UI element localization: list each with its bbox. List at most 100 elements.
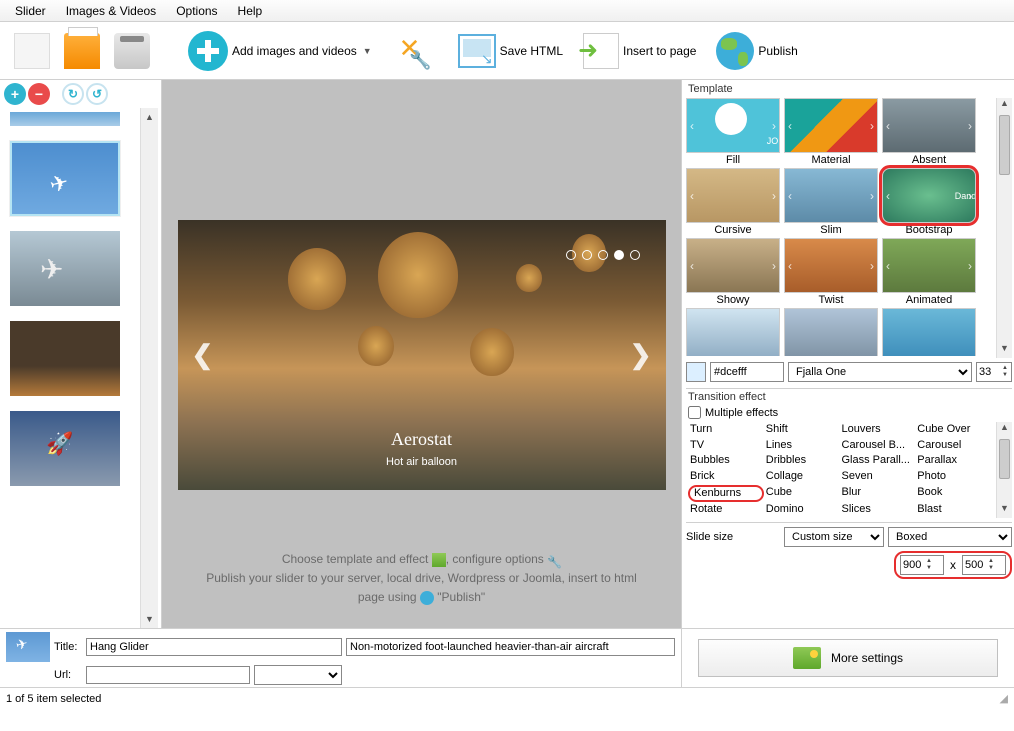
save-html-button[interactable]: Save HTML <box>452 25 569 77</box>
more-settings-button[interactable]: More settings <box>698 639 998 677</box>
open-button[interactable] <box>58 25 106 77</box>
fontsize-input[interactable] <box>977 366 999 378</box>
effect-tv[interactable]: TV <box>688 438 764 454</box>
scroll-down-icon[interactable]: ▼ <box>997 503 1012 518</box>
effect-blur[interactable]: Blur <box>840 485 916 503</box>
thumbnail-item-selected[interactable] <box>10 141 120 216</box>
spin-down-icon[interactable]: ▼ <box>985 565 997 572</box>
color-swatch[interactable] <box>686 362 706 382</box>
spin-down-icon[interactable]: ▼ <box>999 372 1011 379</box>
font-select[interactable]: Fjalla One <box>788 362 972 382</box>
add-slide-button[interactable]: + <box>4 83 26 105</box>
scroll-down-icon[interactable]: ▼ <box>141 610 158 628</box>
effect-brick[interactable]: Brick <box>688 469 764 485</box>
rotate-ccw-button[interactable]: ↺ <box>86 83 108 105</box>
template-twist[interactable]: ‹›Twist <box>784 238 878 306</box>
dot[interactable] <box>598 250 608 260</box>
effect-carousel[interactable]: Carousel <box>915 438 991 454</box>
template-item[interactable] <box>784 308 878 356</box>
effect-cube[interactable]: Cube <box>764 485 840 503</box>
size-box-select[interactable]: Boxed <box>888 527 1012 547</box>
scroll-down-icon[interactable]: ▼ <box>997 343 1012 358</box>
effect-louvers[interactable]: Louvers <box>840 422 916 438</box>
multiple-effects-checkbox[interactable]: Multiple effects <box>688 406 1012 419</box>
effect-kenburns[interactable]: Kenburns <box>688 485 764 503</box>
url-target-select[interactable] <box>254 665 342 685</box>
template-fill[interactable]: ‹›Fill <box>686 98 780 166</box>
effect-bubbles[interactable]: Bubbles <box>688 453 764 469</box>
effect-shift[interactable]: Shift <box>764 422 840 438</box>
height-spinner[interactable]: ▲▼ <box>962 555 1006 575</box>
effect-dribbles[interactable]: Dribbles <box>764 453 840 469</box>
spin-up-icon[interactable]: ▲ <box>985 558 997 565</box>
template-item[interactable] <box>686 308 780 356</box>
preview-next-button[interactable]: ❯ <box>630 340 652 371</box>
scroll-handle[interactable] <box>999 115 1010 175</box>
effect-book[interactable]: Book <box>915 485 991 503</box>
effect-blast[interactable]: Blast <box>915 502 991 518</box>
height-input[interactable] <box>963 559 985 571</box>
options-button[interactable] <box>390 25 438 77</box>
effects-scrollbar[interactable]: ▲ ▼ <box>996 422 1012 518</box>
effect-rotate[interactable]: Rotate <box>688 502 764 518</box>
width-input[interactable] <box>901 559 923 571</box>
url-input[interactable] <box>86 666 250 684</box>
effect-cubeover[interactable]: Cube Over <box>915 422 991 438</box>
menu-options[interactable]: Options <box>166 1 227 21</box>
effect-photo[interactable]: Photo <box>915 469 991 485</box>
thumbnail-item[interactable] <box>10 231 120 306</box>
menu-slider[interactable]: Slider <box>5 1 56 21</box>
effect-carouselb[interactable]: Carousel B... <box>840 438 916 454</box>
description-input[interactable] <box>346 638 675 656</box>
effect-lines[interactable]: Lines <box>764 438 840 454</box>
size-mode-select[interactable]: Custom size <box>784 527 884 547</box>
template-bootstrap[interactable]: ‹›Bootstrap <box>882 168 976 236</box>
spin-up-icon[interactable]: ▲ <box>999 365 1011 372</box>
thumbnail-scrollbar[interactable]: ▲ ▼ <box>140 108 158 628</box>
dot-active[interactable] <box>614 250 624 260</box>
checkbox-input[interactable] <box>688 406 701 419</box>
template-absent[interactable]: ‹›Absent <box>882 98 976 166</box>
effect-turn[interactable]: Turn <box>688 422 764 438</box>
effect-slices[interactable]: Slices <box>840 502 916 518</box>
dot[interactable] <box>582 250 592 260</box>
new-button[interactable] <box>8 25 56 77</box>
dot[interactable] <box>566 250 576 260</box>
template-animated[interactable]: ‹›Animated <box>882 238 976 306</box>
template-showy[interactable]: ‹›Showy <box>686 238 780 306</box>
template-scrollbar[interactable]: ▲ ▼ <box>996 98 1012 358</box>
publish-button[interactable]: Publish <box>710 25 803 77</box>
scroll-handle[interactable] <box>999 439 1010 479</box>
menu-images-videos[interactable]: Images & Videos <box>56 1 167 21</box>
width-spinner[interactable]: ▲▼ <box>900 555 944 575</box>
add-images-button[interactable]: Add images and videos ▼ <box>182 25 378 77</box>
scroll-up-icon[interactable]: ▲ <box>141 108 158 126</box>
fontsize-spinner[interactable]: ▲▼ <box>976 362 1012 382</box>
template-material[interactable]: ‹›Material <box>784 98 878 166</box>
resize-grip-icon[interactable]: ◢ <box>1000 692 1008 705</box>
spin-up-icon[interactable]: ▲ <box>923 558 935 565</box>
template-slim[interactable]: ‹›Slim <box>784 168 878 236</box>
thumbnail-item[interactable] <box>10 321 120 396</box>
effect-glassparall[interactable]: Glass Parall... <box>840 453 916 469</box>
thumbnail-item[interactable] <box>10 411 120 486</box>
remove-slide-button[interactable]: − <box>28 83 50 105</box>
spin-down-icon[interactable]: ▼ <box>923 565 935 572</box>
save-project-button[interactable] <box>108 25 156 77</box>
menu-help[interactable]: Help <box>228 1 273 21</box>
title-input[interactable] <box>86 638 342 656</box>
scroll-up-icon[interactable]: ▲ <box>997 422 1012 437</box>
template-cursive[interactable]: ‹›Cursive <box>686 168 780 236</box>
rotate-cw-button[interactable]: ↻ <box>62 83 84 105</box>
template-item[interactable] <box>882 308 976 356</box>
thumbnail-item[interactable] <box>10 112 120 126</box>
dot[interactable] <box>630 250 640 260</box>
color-input[interactable] <box>710 362 784 382</box>
scroll-up-icon[interactable]: ▲ <box>997 98 1012 113</box>
effect-domino[interactable]: Domino <box>764 502 840 518</box>
preview-prev-button[interactable]: ❮ <box>192 340 214 371</box>
dropdown-arrow-icon[interactable]: ▼ <box>363 46 372 56</box>
effect-collage[interactable]: Collage <box>764 469 840 485</box>
effect-seven[interactable]: Seven <box>840 469 916 485</box>
scroll-track[interactable] <box>141 126 158 610</box>
